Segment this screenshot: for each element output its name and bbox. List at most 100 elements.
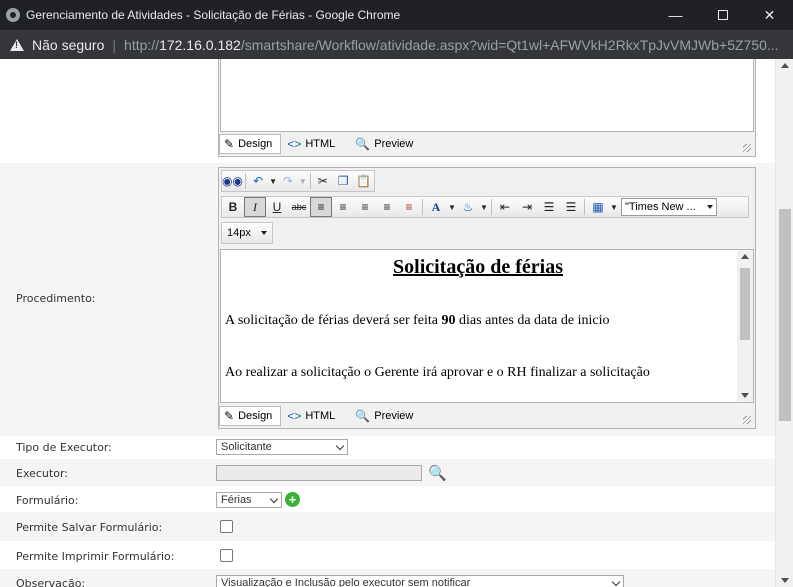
highlight-button[interactable]: ♨ [457, 197, 479, 217]
outdent-button[interactable]: ⇤ [494, 197, 516, 217]
formulario-select[interactable]: Férias [216, 492, 282, 508]
top-editor-area[interactable] [220, 59, 754, 132]
code-icon: <> [287, 137, 302, 151]
toolbar-separator [422, 199, 423, 215]
scroll-down-icon[interactable] [781, 578, 789, 583]
font-color-dropdown[interactable]: ▼ [447, 197, 457, 217]
document-title: Solicitação de férias [393, 256, 563, 278]
bold-icon: B [228, 200, 238, 214]
binoculars-icon: ◉◉ [222, 174, 243, 188]
code-icon: <> [287, 409, 302, 423]
url-path[interactable]: /smartshare/Workflow/atividade.aspx?wid=… [241, 37, 779, 53]
address-bar[interactable]: Não seguro | http://172.16.0.182/smartsh… [0, 30, 793, 59]
italic-icon: I [253, 199, 257, 214]
clipboard-icon: 📋 [356, 174, 372, 188]
permite-imprimir-checkbox[interactable] [220, 549, 233, 562]
unordered-list-button[interactable]: ☰ [560, 197, 582, 217]
close-button[interactable]: ✕ [746, 0, 793, 30]
permite-salvar-checkbox[interactable] [220, 520, 233, 533]
search-user-icon[interactable]: 🔍 [428, 464, 447, 482]
content-scrollbar[interactable] [737, 250, 753, 402]
justify-button[interactable]: ≡ [376, 197, 398, 217]
executor-label: Executor: [16, 467, 68, 480]
window-titlebar: Gerenciamento de Atividades - Solicitaçã… [0, 0, 793, 30]
highlight-dropdown[interactable]: ▼ [479, 197, 489, 217]
top-html-tab[interactable]: <> HTML [283, 134, 343, 154]
top-preview-label: Preview [374, 138, 414, 150]
maximize-icon [717, 10, 728, 20]
paint-bucket-icon: ♨ [462, 200, 474, 214]
paragraph-fluxo: Ao realizar a solicitação o Gerente irá … [225, 365, 650, 380]
toolbar-separator [309, 173, 311, 189]
top-design-tab[interactable]: ✎ Design [219, 134, 282, 154]
url-host[interactable]: 172.16.0.182 [159, 37, 241, 53]
find-button[interactable]: ◉◉ [222, 171, 243, 191]
align-center-button[interactable]: ≡ [332, 197, 354, 217]
font-color-button[interactable]: A [425, 197, 447, 217]
chevron-down-icon [611, 577, 621, 586]
table-dropdown[interactable]: ▼ [609, 197, 619, 217]
top-preview-tab[interactable]: 🔍 Preview [351, 134, 421, 154]
redo-button[interactable]: ↷ [278, 171, 299, 191]
page-scroll-thumb[interactable] [779, 209, 791, 421]
redo-dropdown[interactable]: ▼ [298, 171, 307, 191]
indent-button[interactable]: ⇥ [516, 197, 538, 217]
minimize-button[interactable]: — [652, 0, 699, 30]
copy-icon: ❐ [337, 174, 349, 188]
observacao-value: Visualização e Inclusão pelo executor se… [221, 577, 471, 587]
security-label[interactable]: Não seguro [32, 37, 104, 53]
magnifier-icon: 🔍 [355, 137, 371, 151]
close-icon: ✕ [763, 6, 776, 23]
top-html-label: HTML [305, 138, 336, 150]
cut-button[interactable]: ✂ [312, 171, 333, 191]
undo-dropdown[interactable]: ▼ [268, 171, 277, 191]
chevron-down-icon: ▼ [448, 202, 456, 212]
top-resize-grip[interactable] [743, 144, 751, 152]
top-editor-modebar: ✎ Design <> HTML 🔍 Preview [219, 132, 755, 156]
toolbar-row-2: B I U abc ≡ ≡ ≡ ≡ ≡ A ▼ ♨ ▼ ⇤ ⇥ ☰ ☰ ▦ ▼ … [221, 196, 749, 218]
html-label: HTML [305, 410, 336, 422]
toolbar-row-3: 14px [221, 222, 273, 244]
indent-icon: ⇥ [521, 200, 533, 214]
chevron-down-icon [335, 441, 345, 450]
procedimento-label: Procedimento: [16, 292, 96, 305]
add-icon[interactable]: + [285, 492, 300, 507]
html-tab[interactable]: <> HTML [283, 406, 343, 426]
paste-button[interactable]: 📋 [353, 171, 374, 191]
font-size-select[interactable]: 14px [223, 224, 271, 242]
font-size-value: 14px [227, 227, 251, 239]
italic-button[interactable]: I [244, 197, 266, 217]
align-left-button[interactable]: ≡ [310, 197, 332, 217]
align-left-icon: ≡ [317, 200, 325, 214]
observacao-select[interactable]: Visualização e Inclusão pelo executor se… [216, 575, 624, 587]
tipo-executor-select[interactable]: Solicitante [216, 439, 348, 455]
preview-tab[interactable]: 🔍 Preview [351, 406, 421, 426]
ordered-list-button[interactable]: ☰ [538, 197, 560, 217]
procedimento-resize-grip[interactable] [743, 416, 751, 424]
permite-salvar-label: Permite Salvar Formulário: [16, 521, 163, 534]
toolbar-separator [491, 199, 492, 215]
executor-input[interactable] [216, 465, 422, 481]
page-scrollbar[interactable] [775, 59, 793, 587]
procedimento-content[interactable]: Solicitação de férias A solicitação de f… [220, 249, 754, 403]
chevron-down-icon: ▼ [480, 202, 488, 212]
chevron-down-icon [261, 231, 267, 235]
url-scheme[interactable]: http:// [124, 37, 159, 53]
design-tab[interactable]: ✎ Design [219, 406, 282, 426]
strikethrough-button[interactable]: abc [288, 197, 310, 217]
align-right-button[interactable]: ≡ [354, 197, 376, 217]
procedimento-modebar: ✎ Design <> HTML 🔍 Preview [219, 404, 755, 428]
maximize-button[interactable] [699, 0, 746, 30]
paragraph-prazo-days: 90 [441, 313, 456, 328]
underline-button[interactable]: U [266, 197, 288, 217]
scroll-up-icon[interactable] [781, 63, 789, 68]
bold-button[interactable]: B [222, 197, 244, 217]
font-name-select[interactable]: "Times New ... [621, 198, 717, 216]
procedimento-editor: ◉◉ ↶ ▼ ↷ ▼ ✂ ❐ 📋 B I U abc ≡ ≡ ≡ ≡ ≡ A ▼… [218, 167, 756, 429]
justify-full-button[interactable]: ≡ [398, 197, 420, 217]
table-button[interactable]: ▦ [587, 197, 609, 217]
copy-button[interactable]: ❐ [333, 171, 354, 191]
content-scroll-thumb[interactable] [740, 268, 750, 340]
align-center-icon: ≡ [339, 200, 347, 214]
undo-button[interactable]: ↶ [248, 171, 269, 191]
